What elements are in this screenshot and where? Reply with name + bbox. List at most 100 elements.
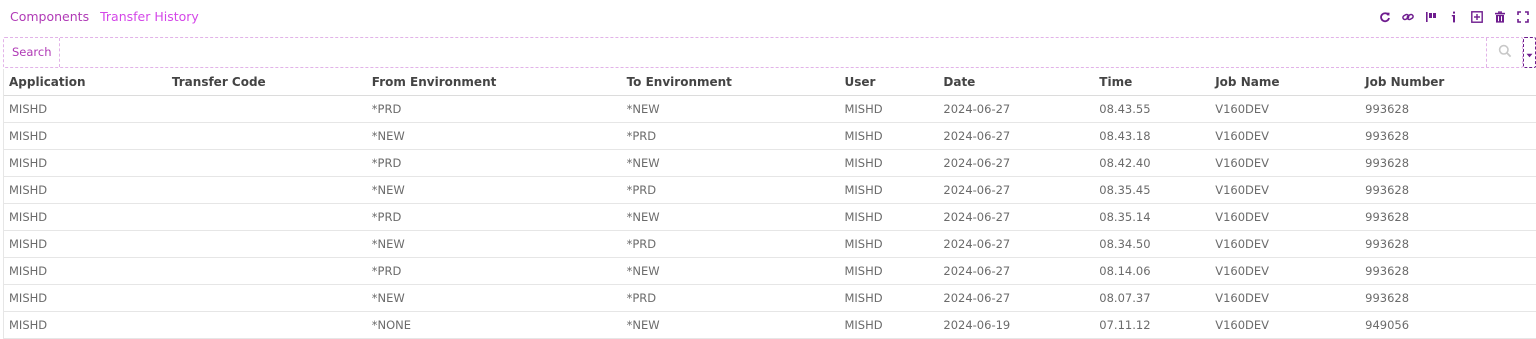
cell-job-number: 993628	[1365, 291, 1410, 305]
cell-to-environment: *NEW	[626, 156, 660, 170]
table-row[interactable]: MISHD *PRD *NEW MISHD 2024-06-27 08.43.5…	[4, 96, 1536, 123]
flag-icon[interactable]	[1423, 9, 1438, 24]
column-header-to-environment[interactable]: To Environment	[622, 75, 840, 89]
cell-user: MISHD	[844, 318, 883, 332]
trash-icon[interactable]	[1492, 9, 1507, 24]
table-row[interactable]: MISHD *PRD *NEW MISHD 2024-06-27 08.35.1…	[4, 204, 1536, 231]
cell-time: 08.34.50	[1099, 237, 1151, 251]
cell-application: MISHD	[9, 183, 48, 197]
table-row[interactable]: MISHD *PRD *NEW MISHD 2024-06-27 08.14.0…	[4, 258, 1536, 285]
table-row[interactable]: MISHD *NEW *PRD MISHD 2024-06-27 08.07.3…	[4, 285, 1536, 312]
cell-application: MISHD	[9, 237, 48, 251]
cell-from-environment: *PRD	[371, 264, 402, 278]
search-button[interactable]	[1486, 38, 1522, 67]
column-header-from-environment[interactable]: From Environment	[367, 75, 622, 89]
cell-job-name: V160DEV	[1215, 102, 1270, 116]
cell-application: MISHD	[9, 102, 48, 116]
cell-job-name: V160DEV	[1215, 183, 1270, 197]
toolbar	[1377, 9, 1530, 24]
column-header-job-name[interactable]: Job Name	[1210, 75, 1360, 89]
cell-user: MISHD	[844, 237, 883, 251]
cell-job-name: V160DEV	[1215, 291, 1270, 305]
table-header: Application Transfer Code From Environme…	[4, 69, 1536, 96]
cell-job-name: V160DEV	[1215, 318, 1270, 332]
search-input[interactable]	[61, 38, 1486, 67]
cell-time: 08.07.37	[1099, 291, 1151, 305]
column-header-date[interactable]: Date	[938, 75, 1094, 89]
fullscreen-icon[interactable]	[1515, 9, 1530, 24]
column-header-application[interactable]: Application	[4, 75, 167, 89]
cell-time: 08.42.40	[1099, 156, 1151, 170]
cell-application: MISHD	[9, 318, 48, 332]
cell-job-number: 993628	[1365, 237, 1410, 251]
transfer-history-table: Application Transfer Code From Environme…	[3, 69, 1536, 339]
cell-job-number: 993628	[1365, 102, 1410, 116]
column-header-transfer-code[interactable]: Transfer Code	[167, 75, 367, 89]
table-row[interactable]: MISHD *NEW *PRD MISHD 2024-06-27 08.43.1…	[4, 123, 1536, 150]
cell-job-name: V160DEV	[1215, 129, 1270, 143]
cell-user: MISHD	[844, 291, 883, 305]
cell-date: 2024-06-27	[943, 264, 1011, 278]
cell-job-name: V160DEV	[1215, 210, 1270, 224]
cell-application: MISHD	[9, 156, 48, 170]
cell-user: MISHD	[844, 156, 883, 170]
cell-to-environment: *NEW	[626, 210, 660, 224]
cell-time: 08.14.06	[1099, 264, 1151, 278]
cell-time: 08.35.14	[1099, 210, 1151, 224]
column-header-user[interactable]: User	[839, 75, 938, 89]
cell-time: 08.35.45	[1099, 183, 1151, 197]
cell-job-number: 993628	[1365, 129, 1410, 143]
cell-from-environment: *PRD	[371, 210, 402, 224]
column-header-job-number[interactable]: Job Number	[1360, 75, 1536, 89]
table-row[interactable]: MISHD *PRD *NEW MISHD 2024-06-27 08.42.4…	[4, 150, 1536, 177]
cell-from-environment: *NEW	[371, 237, 405, 251]
cell-date: 2024-06-27	[943, 183, 1011, 197]
tab-transfer-history[interactable]: Transfer History	[100, 9, 199, 24]
cell-from-environment: *NEW	[371, 183, 405, 197]
caret-down-icon	[1526, 43, 1533, 62]
tab-components[interactable]: Components	[10, 9, 89, 24]
cell-time: 08.43.18	[1099, 129, 1151, 143]
cell-date: 2024-06-19	[943, 318, 1011, 332]
cell-to-environment: *NEW	[626, 264, 660, 278]
cell-job-number: 993628	[1365, 183, 1410, 197]
table-row[interactable]: MISHD *NEW *PRD MISHD 2024-06-27 08.35.4…	[4, 177, 1536, 204]
cell-from-environment: *NEW	[371, 129, 405, 143]
table-row[interactable]: MISHD *NEW *PRD MISHD 2024-06-27 08.34.5…	[4, 231, 1536, 258]
search-bar: Search	[3, 37, 1523, 68]
cell-user: MISHD	[844, 129, 883, 143]
cell-date: 2024-06-27	[943, 291, 1011, 305]
cell-application: MISHD	[9, 291, 48, 305]
cell-time: 07.11.12	[1099, 318, 1151, 332]
cell-job-number: 993628	[1365, 210, 1410, 224]
add-box-icon[interactable]	[1469, 9, 1484, 24]
cell-to-environment: *PRD	[626, 237, 657, 251]
cell-application: MISHD	[9, 210, 48, 224]
cell-from-environment: *NEW	[371, 291, 405, 305]
table-row[interactable]: MISHD *NONE *NEW MISHD 2024-06-19 07.11.…	[4, 312, 1536, 339]
cell-job-name: V160DEV	[1215, 264, 1270, 278]
cell-application: MISHD	[9, 264, 48, 278]
cell-time: 08.43.55	[1099, 102, 1151, 116]
cell-date: 2024-06-27	[943, 237, 1011, 251]
top-bar: Components Transfer History	[0, 0, 1536, 34]
refresh-icon[interactable]	[1377, 9, 1392, 24]
cell-to-environment: *PRD	[626, 129, 657, 143]
cell-date: 2024-06-27	[943, 156, 1011, 170]
search-options-dropdown[interactable]	[1523, 37, 1536, 68]
link-icon[interactable]	[1400, 9, 1415, 24]
cell-to-environment: *PRD	[626, 291, 657, 305]
cell-job-number: 949056	[1365, 318, 1410, 332]
cell-date: 2024-06-27	[943, 210, 1011, 224]
info-icon[interactable]	[1446, 9, 1461, 24]
column-header-time[interactable]: Time	[1094, 75, 1210, 89]
search-icon	[1498, 43, 1512, 62]
cell-job-number: 993628	[1365, 156, 1410, 170]
cell-job-name: V160DEV	[1215, 156, 1270, 170]
cell-to-environment: *NEW	[626, 102, 660, 116]
cell-user: MISHD	[844, 264, 883, 278]
cell-user: MISHD	[844, 210, 883, 224]
cell-to-environment: *PRD	[626, 183, 657, 197]
cell-date: 2024-06-27	[943, 129, 1011, 143]
cell-application: MISHD	[9, 129, 48, 143]
